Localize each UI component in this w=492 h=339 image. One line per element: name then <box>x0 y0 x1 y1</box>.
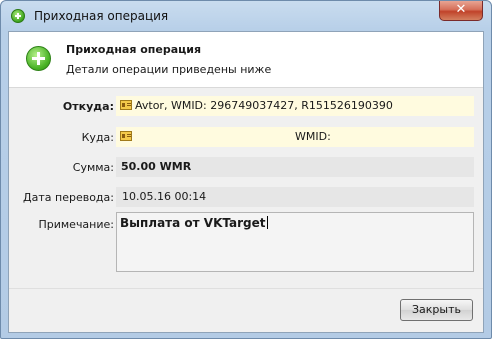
from-field[interactable]: Avtor, WMID: 296749037427, R151526190390 <box>116 96 474 116</box>
amount-label: Сумма: <box>72 161 114 174</box>
footer-divider <box>9 288 483 289</box>
close-icon: ✕ <box>455 2 467 17</box>
to-label: Куда: <box>81 131 114 144</box>
to-value: WMID: <box>295 130 331 143</box>
wmid-card-icon <box>120 131 132 141</box>
from-label: Откуда: <box>62 100 114 113</box>
green-plus-icon <box>11 9 25 23</box>
wmid-card-icon <box>120 100 132 110</box>
date-field[interactable]: 10.05.16 00:14 <box>116 187 474 207</box>
note-value: Выплата от VKTarget <box>120 216 266 230</box>
date-label: Дата перевода: <box>23 191 114 204</box>
note-label: Примечание: <box>38 218 114 231</box>
dialog-body: Приходная операция Детали операции приве… <box>8 31 484 333</box>
header-title: Приходная операция <box>66 43 202 56</box>
dialog-window: Приходная операция ✕ Приходная операция … <box>0 0 492 339</box>
window-close-button[interactable]: ✕ <box>439 1 483 21</box>
from-value: Avtor, WMID: 296749037427, R151526190390 <box>135 99 393 112</box>
window-title: Приходная операция <box>34 9 169 23</box>
title-bar[interactable]: Приходная операция ✕ <box>1 1 491 31</box>
close-button[interactable]: Закрыть <box>400 299 473 321</box>
green-plus-icon <box>26 46 51 71</box>
amount-field[interactable]: 50.00 WMR <box>116 157 474 177</box>
header-subtitle: Детали операции приведены ниже <box>66 63 272 76</box>
note-textarea[interactable]: Выплата от VKTarget <box>116 212 474 272</box>
text-caret <box>266 216 268 229</box>
to-field[interactable]: WMID: <box>116 127 474 147</box>
dialog-header: Приходная операция Детали операции приве… <box>9 32 483 88</box>
